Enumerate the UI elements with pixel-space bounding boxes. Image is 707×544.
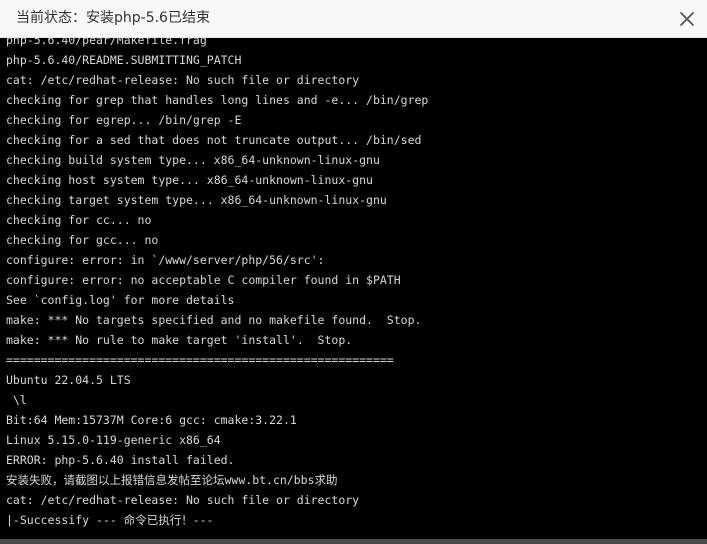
terminal-line: checking build system type... x86_64-unk… (6, 153, 380, 167)
terminal-line: checking for gcc... no (6, 233, 159, 247)
terminal-line: Bit:64 Mem:15737M Core:6 gcc: cmake:3.22… (6, 413, 297, 427)
terminal-line: php-5.6.40/pear/Makefile.frag (6, 38, 207, 47)
terminal-line: checking for cc... no (6, 213, 152, 227)
terminal-line: configure: error: in `/www/server/php/56… (6, 253, 325, 267)
terminal-line: configure: error: no acceptable C compil… (6, 273, 401, 287)
terminal-line: checking for a sed that does not truncat… (6, 133, 422, 147)
terminal-output[interactable]: php-5.6.40/pear/Makefile.frag php-5.6.40/… (0, 38, 707, 539)
terminal-line: make: *** No targets specified and no ma… (6, 313, 422, 327)
dialog-bottom-edge (0, 539, 707, 544)
terminal-line: make: *** No rule to make target 'instal… (6, 333, 353, 347)
terminal-line: ========================================… (6, 353, 394, 367)
terminal-line: checking for grep that handles long line… (6, 93, 429, 107)
terminal-line: php-5.6.40/README.SUBMITTING_PATCH (6, 53, 242, 67)
terminal-line: See `config.log' for more details (6, 293, 235, 307)
terminal-line: checking target system type... x86_64-un… (6, 193, 387, 207)
terminal-line: Linux 5.15.0-119-generic x86_64 (6, 433, 221, 447)
terminal-log: php-5.6.40/pear/Makefile.frag php-5.6.40/… (6, 38, 707, 530)
terminal-line: Ubuntu 22.04.5 LTS (6, 373, 131, 387)
terminal-line: \l (6, 393, 27, 407)
dialog-titlebar: 当前状态：安装php-5.6已结束 (0, 0, 707, 38)
terminal-line: ERROR: php-5.6.40 install failed. (6, 453, 235, 467)
terminal-line: checking host system type... x86_64-unkn… (6, 173, 373, 187)
terminal-line: |-Successify --- 命令已执行！--- (6, 513, 214, 527)
install-status-dialog: 当前状态：安装php-5.6已结束 php-5.6.40/pear/Makefi… (0, 0, 707, 544)
dialog-title: 当前状态：安装php-5.6已结束 (16, 10, 210, 26)
terminal-line: cat: /etc/redhat-release: No such file o… (6, 493, 360, 507)
terminal-line: 安装失败，请截图以上报错信息发帖至论坛www.bt.cn/bbs求助 (6, 473, 338, 487)
close-icon (680, 12, 694, 26)
terminal-line: checking for egrep... /bin/grep -E (6, 113, 242, 127)
terminal-line: cat: /etc/redhat-release: No such file o… (6, 73, 360, 87)
close-button[interactable] (675, 7, 699, 31)
